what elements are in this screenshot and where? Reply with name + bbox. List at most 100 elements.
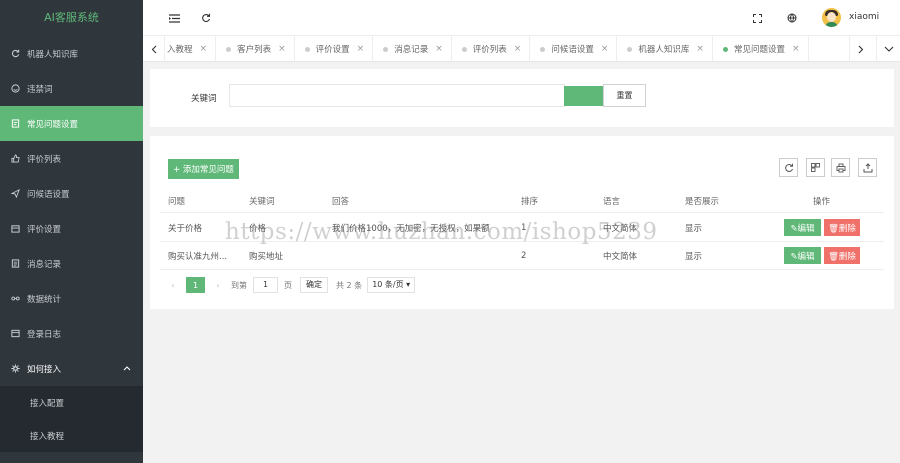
refresh-icon [11,49,20,58]
tab-robot-kb[interactable]: 机器人知识库 × [617,36,713,62]
sidebar-item-rating-settings[interactable]: 评价设置 [0,211,143,246]
sidebar-item-message-log[interactable]: 消息记录 [0,246,143,281]
sidebar-item-label: 常见问题设置 [27,119,79,130]
pagination: ‹ 1 › 到第 1 页 确定 共 2 条 10 条/页 ▾ [166,276,416,294]
delete-button[interactable]: 🗑删除 [824,219,860,236]
col-actions: 操作 [813,196,831,207]
close-icon[interactable]: × [696,44,704,54]
next-page-icon[interactable]: › [211,281,225,290]
tab-label: 评价列表 [472,45,507,55]
sidebar-item-label: 违禁词 [27,84,53,95]
table-columns-button[interactable] [806,158,825,177]
reset-button[interactable]: 重置 [603,84,646,107]
edit-button[interactable]: ✎编辑 [784,219,821,236]
table-print-button[interactable] [831,158,850,177]
app-logo-title: AI客服系统 [44,11,99,24]
refresh-icon[interactable] [199,11,213,25]
table-refresh-button[interactable] [779,158,798,177]
cell-language: 中文简体 [603,251,638,262]
tab-tutorial[interactable]: 入教程 × [165,36,217,62]
tab-scroll-right[interactable] [849,36,871,62]
col-question: 问题 [168,196,186,207]
add-faq-button[interactable]: + 添加常见问题 [168,159,239,179]
sidebar-item-statistics[interactable]: 数据统计 [0,281,143,316]
tab-customer-list[interactable]: 客户列表 × [216,36,295,62]
sidebar-subnav: 接入配置 接入教程 [0,386,143,452]
sidebar-item-label: 数据统计 [27,294,62,305]
goto-page-input[interactable]: 1 [253,277,278,293]
close-icon[interactable]: × [514,44,522,54]
close-icon[interactable]: × [792,44,800,54]
sidebar-subitem-tutorial[interactable]: 接入教程 [0,419,143,452]
tab-rating-list[interactable]: 评价列表 × [452,36,531,62]
tab-label: 常见问题设置 [733,45,785,55]
sidebar-item-login-log[interactable]: 登录日志 [0,316,143,351]
tab-message-log[interactable]: 消息记录 × [373,36,452,62]
sidebar-item-faq-settings[interactable]: 常见问题设置 [0,106,143,141]
cell-keyword: 购买地址 [249,251,284,262]
current-page[interactable]: 1 [186,277,205,293]
prev-page-icon[interactable]: ‹ [166,281,180,290]
table-header: 问题 关键词 回答 排序 语言 是否展示 操作 [160,189,884,213]
sidebar-item-greeting-settings[interactable]: 问候语设置 [0,176,143,211]
log-icon [11,329,20,338]
table-export-button[interactable] [858,158,877,177]
tab-label: 评价设置 [315,45,350,55]
sidebar-item-robot-kb[interactable]: 机器人知识库 [0,36,143,71]
edit-button[interactable]: ✎编辑 [784,247,821,264]
page-size-select[interactable]: 10 条/页 ▾ [367,277,416,293]
close-icon[interactable]: × [278,44,286,54]
tab-greeting-settings[interactable]: 问候语设置 × [530,36,618,62]
sidebar-item-rating-list[interactable]: 评价列表 [0,141,143,176]
col-language: 语言 [603,196,621,207]
tab-label: 问候语设置 [551,45,594,55]
close-icon[interactable]: × [200,44,208,54]
sidebar-item-label: 如何接入 [27,364,62,375]
tab-dot [540,46,546,52]
export-icon [863,162,872,172]
chevron-right-icon [858,45,863,53]
thumb-icon [11,154,20,163]
chevron-down-icon [884,46,893,52]
search-button[interactable] [564,86,603,106]
close-icon[interactable]: × [357,44,365,54]
tab-faq-settings[interactable]: 常见问题设置 × [713,36,809,62]
tab-scroll-left[interactable] [143,36,165,62]
sidebar-item-how-to-integrate[interactable]: 如何接入 [0,351,143,386]
sidebar-item-label: 机器人知识库 [27,49,79,60]
fullscreen-icon[interactable] [750,11,764,25]
cell-sort: 1 [521,222,527,233]
keyword-label: 关键词 [191,94,217,104]
cell-language: 中文简体 [603,223,638,234]
list-icon [11,259,20,268]
chart-icon [11,294,20,303]
username[interactable]: xiaomi [849,12,879,22]
cell-sort: 2 [521,250,527,261]
sidebar-item-label: 登录日志 [27,329,62,340]
table-panel: + 添加常见问题 问题 关键词 回答 排序 语言 是否展示 操作 关于价格 价格… [150,136,894,309]
send-icon [11,189,20,198]
avatar[interactable] [822,8,841,27]
globe-icon[interactable] [785,11,799,25]
sidebar-subitem-config[interactable]: 接入配置 [0,386,143,419]
smile-icon [11,84,20,93]
tab-dot [304,46,310,52]
cell-answer: 我们价格1000，无加密，无授权，如果额 [332,223,490,234]
sidebar-item-banned-words[interactable]: 违禁词 [0,71,143,106]
close-icon[interactable]: × [601,44,609,54]
tab-menu-dropdown[interactable] [876,36,900,62]
delete-button[interactable]: 🗑删除 [824,247,860,264]
goto-confirm-button[interactable]: 确定 [300,277,328,293]
cell-keyword: 价格 [249,223,267,234]
tab-label: 机器人知识库 [638,45,690,55]
close-icon[interactable]: × [435,44,443,54]
menu-toggle-icon[interactable] [167,11,181,25]
tab-dot [226,46,232,52]
search-panel: 关键词 重置 [150,69,894,127]
goto-suffix: 页 [284,280,292,290]
tab-rating-settings[interactable]: 评价设置 × [295,36,374,62]
cell-question: 关于价格 [168,223,203,234]
sidebar-item-label: 评价设置 [27,224,62,235]
keyword-input[interactable] [229,84,565,107]
sidebar-item-label: 评价列表 [27,154,62,165]
